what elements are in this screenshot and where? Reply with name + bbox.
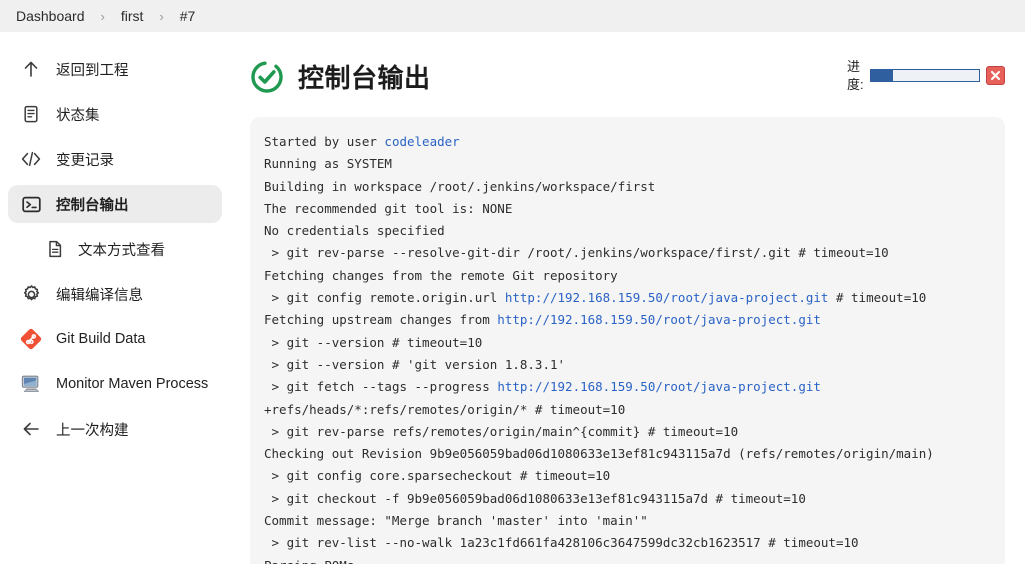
console-line-text: Commit message: "Merge branch 'master' i… bbox=[264, 513, 648, 529]
breadcrumb-item-dashboard[interactable]: Dashboard bbox=[8, 6, 93, 26]
arrow-up-icon bbox=[20, 58, 42, 80]
page-title: 控制台输出 bbox=[298, 63, 431, 93]
console-line-text: Running as SYSTEM bbox=[264, 156, 392, 172]
sidebar-item-changes[interactable]: 变更记录 bbox=[8, 140, 222, 178]
progress-bar-fill bbox=[871, 70, 893, 82]
progress-bar bbox=[870, 69, 980, 83]
console-line-text: # timeout=10 bbox=[828, 290, 927, 306]
code-brackets-icon bbox=[20, 148, 42, 170]
sidebar: 返回到工程状态集变更记录控制台输出文本方式查看编辑编译信息 Git Build D… bbox=[0, 32, 230, 585]
document-lines-icon bbox=[20, 103, 42, 125]
console-line-text: Parsing POMs bbox=[264, 558, 354, 564]
sidebar-item-edit-build-information[interactable]: 编辑编译信息 bbox=[8, 275, 222, 313]
console-link[interactable]: http://192.168.159.50/root/java-project.… bbox=[497, 312, 821, 327]
abort-build-button[interactable] bbox=[986, 66, 1005, 86]
arrow-left-icon bbox=[20, 418, 42, 440]
progress-label-line2: 度: bbox=[847, 76, 864, 92]
console-line-text: The recommended git tool is: NONE bbox=[264, 200, 513, 216]
build-progress-widget: 进 度: bbox=[847, 54, 1005, 93]
sidebar-item-view-as-plain-text[interactable]: 文本方式查看 bbox=[8, 230, 222, 268]
console-link[interactable]: http://192.168.159.50/root/java-project.… bbox=[497, 379, 821, 394]
console-line-text: > git rev-parse --resolve-git-dir /root/… bbox=[264, 245, 889, 261]
breadcrumb-item-7[interactable]: #7 bbox=[172, 6, 204, 26]
console-line-text: Started by user bbox=[264, 134, 385, 149]
console-line-text: > git config remote.origin.url bbox=[264, 290, 505, 306]
progress-label: 进 度: bbox=[847, 58, 864, 93]
terminal-icon bbox=[20, 193, 42, 215]
sidebar-item-previous-build[interactable]: 上一次构建 bbox=[8, 410, 222, 448]
console-link[interactable]: codeleader bbox=[384, 134, 459, 149]
main-content: 控制台输出 进 度: Started by user codeleader Ru… bbox=[230, 32, 1025, 585]
console-line-text: Building in workspace /root/.jenkins/wor… bbox=[264, 178, 656, 194]
sidebar-item-git-build-data[interactable]: Git Build Data bbox=[8, 320, 222, 358]
sidebar-item-label: 变更记录 bbox=[56, 152, 114, 169]
breadcrumb-item-first[interactable]: first bbox=[113, 6, 152, 26]
sidebar-item-status[interactable]: 状态集 bbox=[8, 95, 222, 133]
sidebar-item-label: 状态集 bbox=[56, 107, 100, 124]
console-line-text: Checking out Revision 9b9e056059bad06d10… bbox=[264, 446, 934, 462]
sidebar-item-label: 控制台输出 bbox=[56, 197, 129, 214]
progress-label-line1: 进 bbox=[847, 59, 861, 74]
monitor-icon bbox=[20, 373, 42, 395]
main-header: 控制台输出 进 度: bbox=[250, 54, 1005, 95]
console-line-text: > git --version # 'git version 1.8.3.1' bbox=[264, 356, 566, 372]
console-line-text: > git fetch --tags --progress bbox=[264, 379, 498, 395]
sidebar-item-label: 返回到工程 bbox=[56, 62, 129, 79]
console-line-text: +refs/heads/*:refs/remotes/origin/* # ti… bbox=[264, 401, 626, 417]
sidebar-item-label: Monitor Maven Process bbox=[56, 376, 209, 392]
sidebar-item-console-output[interactable]: 控制台输出 bbox=[8, 185, 222, 223]
console-line-text: No credentials specified bbox=[264, 223, 445, 239]
file-text-icon bbox=[44, 238, 66, 260]
console-line-text: > git config core.sparsecheckout # timeo… bbox=[264, 468, 611, 484]
sidebar-item-label: 编辑编译信息 bbox=[56, 287, 143, 304]
breadcrumb: Dashboard › first › #7 bbox=[0, 0, 1025, 32]
sidebar-item-back-to-project[interactable]: 返回到工程 bbox=[8, 50, 222, 88]
console-line-text: > git checkout -f 9b9e056059bad06d108063… bbox=[264, 490, 806, 506]
sidebar-item-monitor-maven-process[interactable]: Monitor Maven Process bbox=[8, 365, 222, 403]
console-line-text: Fetching upstream changes from bbox=[264, 312, 498, 328]
sidebar-item-label: 上一次构建 bbox=[56, 422, 129, 439]
sidebar-item-label: 文本方式查看 bbox=[78, 242, 165, 259]
console-output-panel: Started by user codeleader Running as SY… bbox=[250, 117, 1005, 564]
breadcrumb-separator: › bbox=[100, 8, 105, 24]
title-row: 控制台输出 bbox=[250, 54, 431, 95]
success-check-icon bbox=[250, 60, 284, 94]
console-link[interactable]: http://192.168.159.50/root/java-project.… bbox=[505, 290, 829, 305]
console-line-text: > git --version # timeout=10 bbox=[264, 334, 483, 350]
breadcrumb-separator: › bbox=[159, 8, 164, 24]
console-output-text: Started by user codeleader Running as SY… bbox=[264, 131, 989, 564]
console-line-text: > git rev-parse refs/remotes/origin/main… bbox=[264, 423, 739, 439]
console-line-text: > git rev-list --no-walk 1a23c1fd661fa42… bbox=[264, 535, 859, 551]
console-line-text: Fetching changes from the remote Git rep… bbox=[264, 267, 618, 283]
gear-icon bbox=[20, 283, 42, 305]
sidebar-item-label: Git Build Data bbox=[56, 331, 146, 347]
git-diamond-icon bbox=[20, 328, 42, 350]
